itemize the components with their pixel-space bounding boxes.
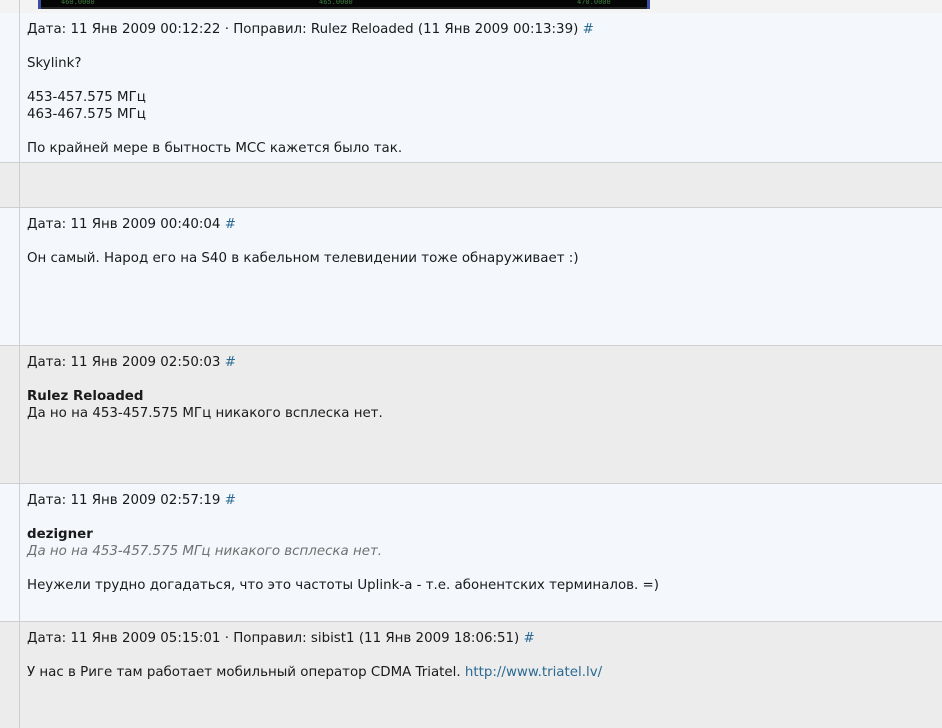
previous-post-tail: 460.0000 465.0000 470.0000	[0, 0, 942, 14]
tick-label: 460.0000	[61, 0, 95, 5]
post-meta: Дата: 11 Янв 2009 05:15:01 · Поправил: s…	[27, 630, 932, 647]
edited-date: (11 Янв 2009 00:13:39)	[417, 22, 579, 37]
forum-thread: 460.0000 465.0000 470.0000 Дата: 11 Янв …	[0, 0, 942, 728]
post-date: 11 Янв 2009 02:57:19	[70, 493, 221, 508]
post: Дата: 11 Янв 2009 00:12:22 · Поправил: R…	[0, 13, 942, 163]
edited-label: Поправил:	[233, 22, 307, 37]
permalink[interactable]: #	[225, 493, 236, 508]
post-meta: Дата: 11 Янв 2009 02:50:03 #	[27, 354, 932, 371]
post-text: По крайней мере в бытность МСС кажется б…	[27, 141, 403, 156]
post-content: Дата: 11 Янв 2009 00:12:22 · Поправил: R…	[27, 21, 932, 157]
post-separator-row	[0, 163, 942, 208]
post-gutter	[0, 622, 20, 728]
permalink[interactable]: #	[524, 631, 535, 646]
date-label: Дата:	[27, 493, 67, 508]
post-content: Дата: 11 Янв 2009 02:57:19 # dezigner Да…	[27, 492, 932, 594]
post-content: Дата: 11 Янв 2009 05:15:01 · Поправил: s…	[27, 630, 932, 681]
date-label: Дата:	[27, 217, 67, 232]
post-content: Дата: 11 Янв 2009 00:40:04 # Он самый. Н…	[27, 216, 932, 267]
post-date: 11 Янв 2009 05:15:01	[70, 631, 221, 646]
post-gutter	[0, 13, 20, 162]
edited-label: Поправил:	[233, 631, 307, 646]
post-gutter	[0, 0, 20, 13]
post-text: 463-467.575 МГц	[27, 107, 146, 122]
post: Дата: 11 Янв 2009 05:15:01 · Поправил: s…	[0, 622, 942, 728]
post: Дата: 11 Янв 2009 00:40:04 # Он самый. Н…	[0, 208, 942, 346]
tick-label: 470.0000	[577, 0, 611, 5]
tick-label: 465.0000	[319, 0, 353, 5]
post-gutter	[0, 484, 20, 621]
permalink[interactable]: #	[225, 217, 236, 232]
post-gutter	[0, 208, 20, 345]
post-gutter	[0, 163, 20, 207]
post-text: У нас в Риге там работает мобильный опер…	[27, 665, 461, 680]
post-text: 453-457.575 МГц	[27, 90, 146, 105]
post-date: 11 Янв 2009 00:40:04	[70, 217, 221, 232]
date-label: Дата:	[27, 22, 67, 37]
edited-by: Rulez Reloaded	[310, 22, 414, 37]
post: Дата: 11 Янв 2009 02:57:19 # dezigner Да…	[0, 484, 942, 622]
date-label: Дата:	[27, 631, 67, 646]
post-text: Да но на 453-457.575 МГц никакого всплес…	[27, 406, 383, 421]
post-content: Дата: 11 Янв 2009 02:50:03 # Rulez Reloa…	[27, 354, 932, 422]
quote-author: dezigner	[27, 527, 93, 542]
external-link[interactable]: http://www.triatel.lv/	[465, 665, 602, 680]
post-text: Неужели трудно догадаться, что это часто…	[27, 578, 659, 593]
permalink[interactable]: #	[583, 22, 594, 37]
date-label: Дата:	[27, 355, 67, 370]
post-date: 11 Янв 2009 02:50:03	[70, 355, 221, 370]
meta-separator: ·	[224, 631, 229, 646]
meta-separator: ·	[224, 22, 229, 37]
edited-by: sibist1	[310, 631, 355, 646]
post-gutter	[0, 346, 20, 483]
spectrum-screenshot-attachment[interactable]: 460.0000 465.0000 470.0000	[38, 0, 650, 9]
post-text: Skylink?	[27, 56, 82, 71]
post-text-line: У нас в Риге там работает мобильный опер…	[27, 664, 932, 681]
permalink[interactable]: #	[225, 355, 236, 370]
post-meta: Дата: 11 Янв 2009 00:40:04 #	[27, 216, 932, 233]
post: Дата: 11 Янв 2009 02:50:03 # Rulez Reloa…	[0, 346, 942, 484]
post-text: Он самый. Народ его на S40 в кабельном т…	[27, 251, 579, 266]
image-border	[41, 7, 647, 9]
quote-author: Rulez Reloaded	[27, 389, 144, 404]
post-date: 11 Янв 2009 00:12:22	[70, 22, 221, 37]
post-meta: Дата: 11 Янв 2009 00:12:22 · Поправил: R…	[27, 21, 932, 38]
post-meta: Дата: 11 Янв 2009 02:57:19 #	[27, 492, 932, 509]
edited-date: (11 Янв 2009 18:06:51)	[358, 631, 520, 646]
quote-text: Да но на 453-457.575 МГц никакого всплес…	[27, 544, 383, 559]
